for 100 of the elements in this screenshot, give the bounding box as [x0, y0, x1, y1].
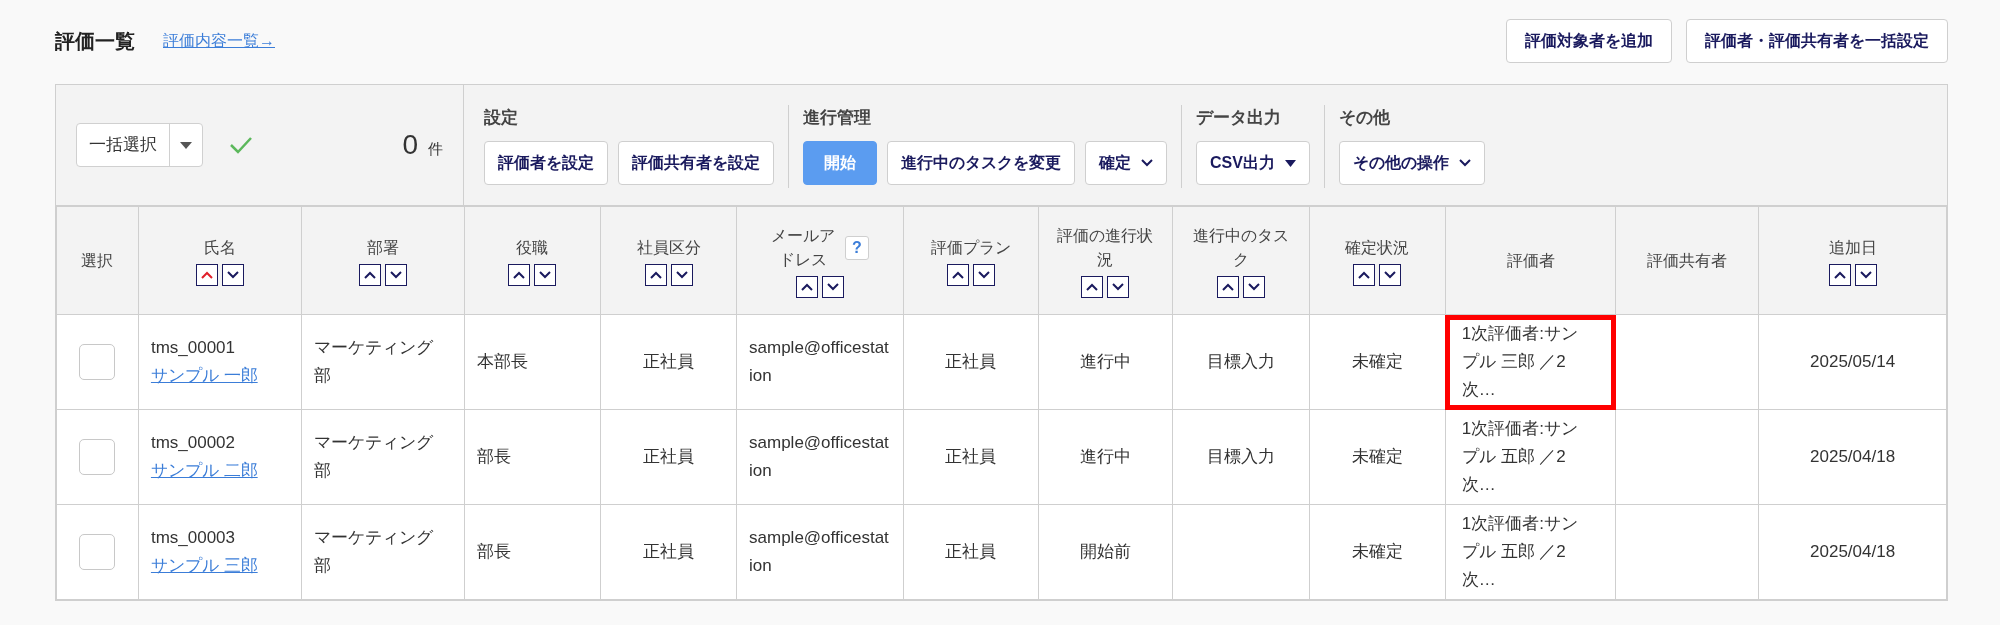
chevron-up-icon	[800, 282, 813, 291]
sort-ascending-button[interactable]	[644, 263, 667, 286]
chevron-up-icon	[1833, 270, 1846, 279]
sort-ascending-button[interactable]	[195, 263, 218, 286]
checkmark-icon	[229, 136, 253, 154]
confirmation-cell-text: 未確定	[1351, 351, 1403, 373]
row-checkbox[interactable]	[79, 439, 116, 475]
added-date-cell-text: 2025/04/18	[1810, 541, 1896, 563]
sort-ascending-button[interactable]	[508, 263, 531, 286]
column-header: 確定状況	[1345, 237, 1410, 258]
chevron-down-icon	[1141, 159, 1153, 167]
row-checkbox[interactable]	[79, 534, 116, 570]
chevron-down-icon	[1112, 282, 1125, 291]
confirmation-cell-text: 未確定	[1351, 541, 1403, 563]
chevron-up-icon	[1086, 282, 1099, 291]
chevron-down-icon	[1458, 159, 1471, 167]
progress-cell-text: 進行中	[1079, 351, 1131, 373]
header-button[interactable]: 評価対象者を追加	[1506, 19, 1672, 63]
added-date-cell-text: 2025/05/14	[1810, 351, 1896, 373]
sort-descending-button[interactable]	[972, 263, 995, 286]
sort-ascending-button[interactable]	[946, 263, 969, 286]
sort-ascending-button[interactable]	[358, 263, 381, 286]
sort-ascending-button[interactable]	[795, 275, 818, 298]
sort-descending-button[interactable]	[670, 263, 693, 286]
position-cell-text: 部長	[476, 541, 511, 563]
sort-ascending-button[interactable]	[1828, 263, 1851, 286]
sort-descending-button[interactable]	[1107, 275, 1130, 298]
selected-count: 0	[402, 128, 418, 162]
help-button[interactable]: ?	[844, 235, 869, 260]
progress-cell-text: 開始前	[1079, 541, 1131, 563]
column-header: 評価者	[1506, 250, 1555, 271]
column-header: 部署	[366, 237, 399, 258]
evaluators-cell-text: 1次評価者:サンプル 五郎 ／2次…	[1461, 513, 1579, 591]
department-cell-text: マーケティング部	[313, 527, 434, 577]
column-header: 役職	[516, 237, 549, 258]
column-header: 社員区分	[636, 237, 701, 258]
plan-cell-text: 正社員	[945, 446, 997, 468]
column-header: 選択	[81, 250, 114, 271]
bulk-select-dropdown[interactable]: 一括選択	[76, 123, 203, 167]
chevron-up-icon	[649, 270, 662, 279]
task-cell-text: 目標入力	[1207, 351, 1276, 373]
column-header: 氏名	[203, 237, 236, 258]
plan-cell-text: 正社員	[945, 541, 997, 563]
toolbar-button[interactable]: その他の操作	[1338, 141, 1485, 185]
group-label: データ出力	[1196, 107, 1282, 129]
chevron-down-icon	[1859, 270, 1872, 279]
chevron-up-icon	[1222, 282, 1235, 291]
sort-ascending-button[interactable]	[1081, 275, 1104, 298]
sort-descending-button[interactable]	[534, 263, 557, 286]
employment-type-cell-text: 正社員	[643, 541, 695, 563]
employment-type-cell-text: 正社員	[643, 446, 695, 468]
chevron-down-icon	[539, 270, 552, 279]
chevron-down-icon	[226, 270, 239, 279]
chevron-down-icon	[1248, 282, 1261, 291]
chevron-up-icon	[363, 270, 376, 279]
plan-cell-text: 正社員	[945, 351, 997, 373]
column-header: メールアドレス	[770, 225, 835, 270]
employee-id: tms_00002	[150, 432, 236, 454]
group-label: 進行管理	[803, 107, 872, 129]
toolbar-button[interactable]: CSV出力	[1196, 141, 1310, 185]
chevron-up-icon	[1358, 270, 1371, 279]
email-cell-text: sample@officestation	[749, 527, 890, 577]
count-unit: 件	[428, 138, 443, 159]
chevron-down-icon	[826, 282, 839, 291]
chevron-down-icon	[1384, 270, 1397, 279]
toolbar-button[interactable]: 進行中のタスクを変更	[887, 141, 1075, 185]
sort-descending-button[interactable]	[1243, 275, 1266, 298]
caret-icon	[180, 141, 192, 149]
email-cell-text: sample@officestation	[749, 337, 890, 387]
sort-descending-button[interactable]	[384, 263, 407, 286]
sort-descending-button[interactable]	[1379, 263, 1402, 286]
email-cell-text: sample@officestation	[749, 432, 890, 482]
toolbar-button[interactable]: 評価者を設定	[484, 141, 608, 185]
row-checkbox[interactable]	[79, 344, 116, 380]
toolbar-button[interactable]: 評価共有者を設定	[618, 141, 774, 185]
sort-descending-button[interactable]	[1854, 263, 1877, 286]
sort-descending-button[interactable]	[221, 263, 244, 286]
header-button[interactable]: 評価者・評価共有者を一括設定	[1686, 19, 1948, 63]
chevron-down-icon	[675, 270, 688, 279]
employee-name-link[interactable]: サンプル 二郎	[150, 457, 258, 485]
evaluators-cell-text: 1次評価者:サンプル 三郎 ／2次…	[1461, 323, 1579, 401]
group-label: その他	[1338, 107, 1391, 129]
sort-ascending-button[interactable]	[1353, 263, 1376, 286]
progress-cell-text: 進行中	[1079, 446, 1131, 468]
position-cell-text: 本部長	[476, 351, 528, 373]
toolbar-button[interactable]: 確定	[1085, 141, 1167, 185]
chevron-down-icon	[977, 270, 990, 279]
sort-ascending-button[interactable]	[1217, 275, 1240, 298]
employee-name-link[interactable]: サンプル 三郎	[150, 552, 258, 580]
column-header: 追加日	[1828, 237, 1877, 258]
department-cell-text: マーケティング部	[313, 432, 434, 482]
department-cell-text: マーケティング部	[313, 337, 434, 387]
content-list-link[interactable]: 評価内容一覧→	[163, 29, 275, 53]
employee-name-link[interactable]: サンプル 一郎	[150, 362, 258, 390]
column-header: 評価共有者	[1647, 250, 1728, 271]
sort-descending-button[interactable]	[821, 275, 844, 298]
task-cell-text: 目標入力	[1207, 446, 1276, 468]
chevron-up-icon	[200, 270, 213, 279]
column-header: 評価プラン	[930, 237, 1011, 258]
employee-id: tms_00003	[150, 527, 236, 549]
